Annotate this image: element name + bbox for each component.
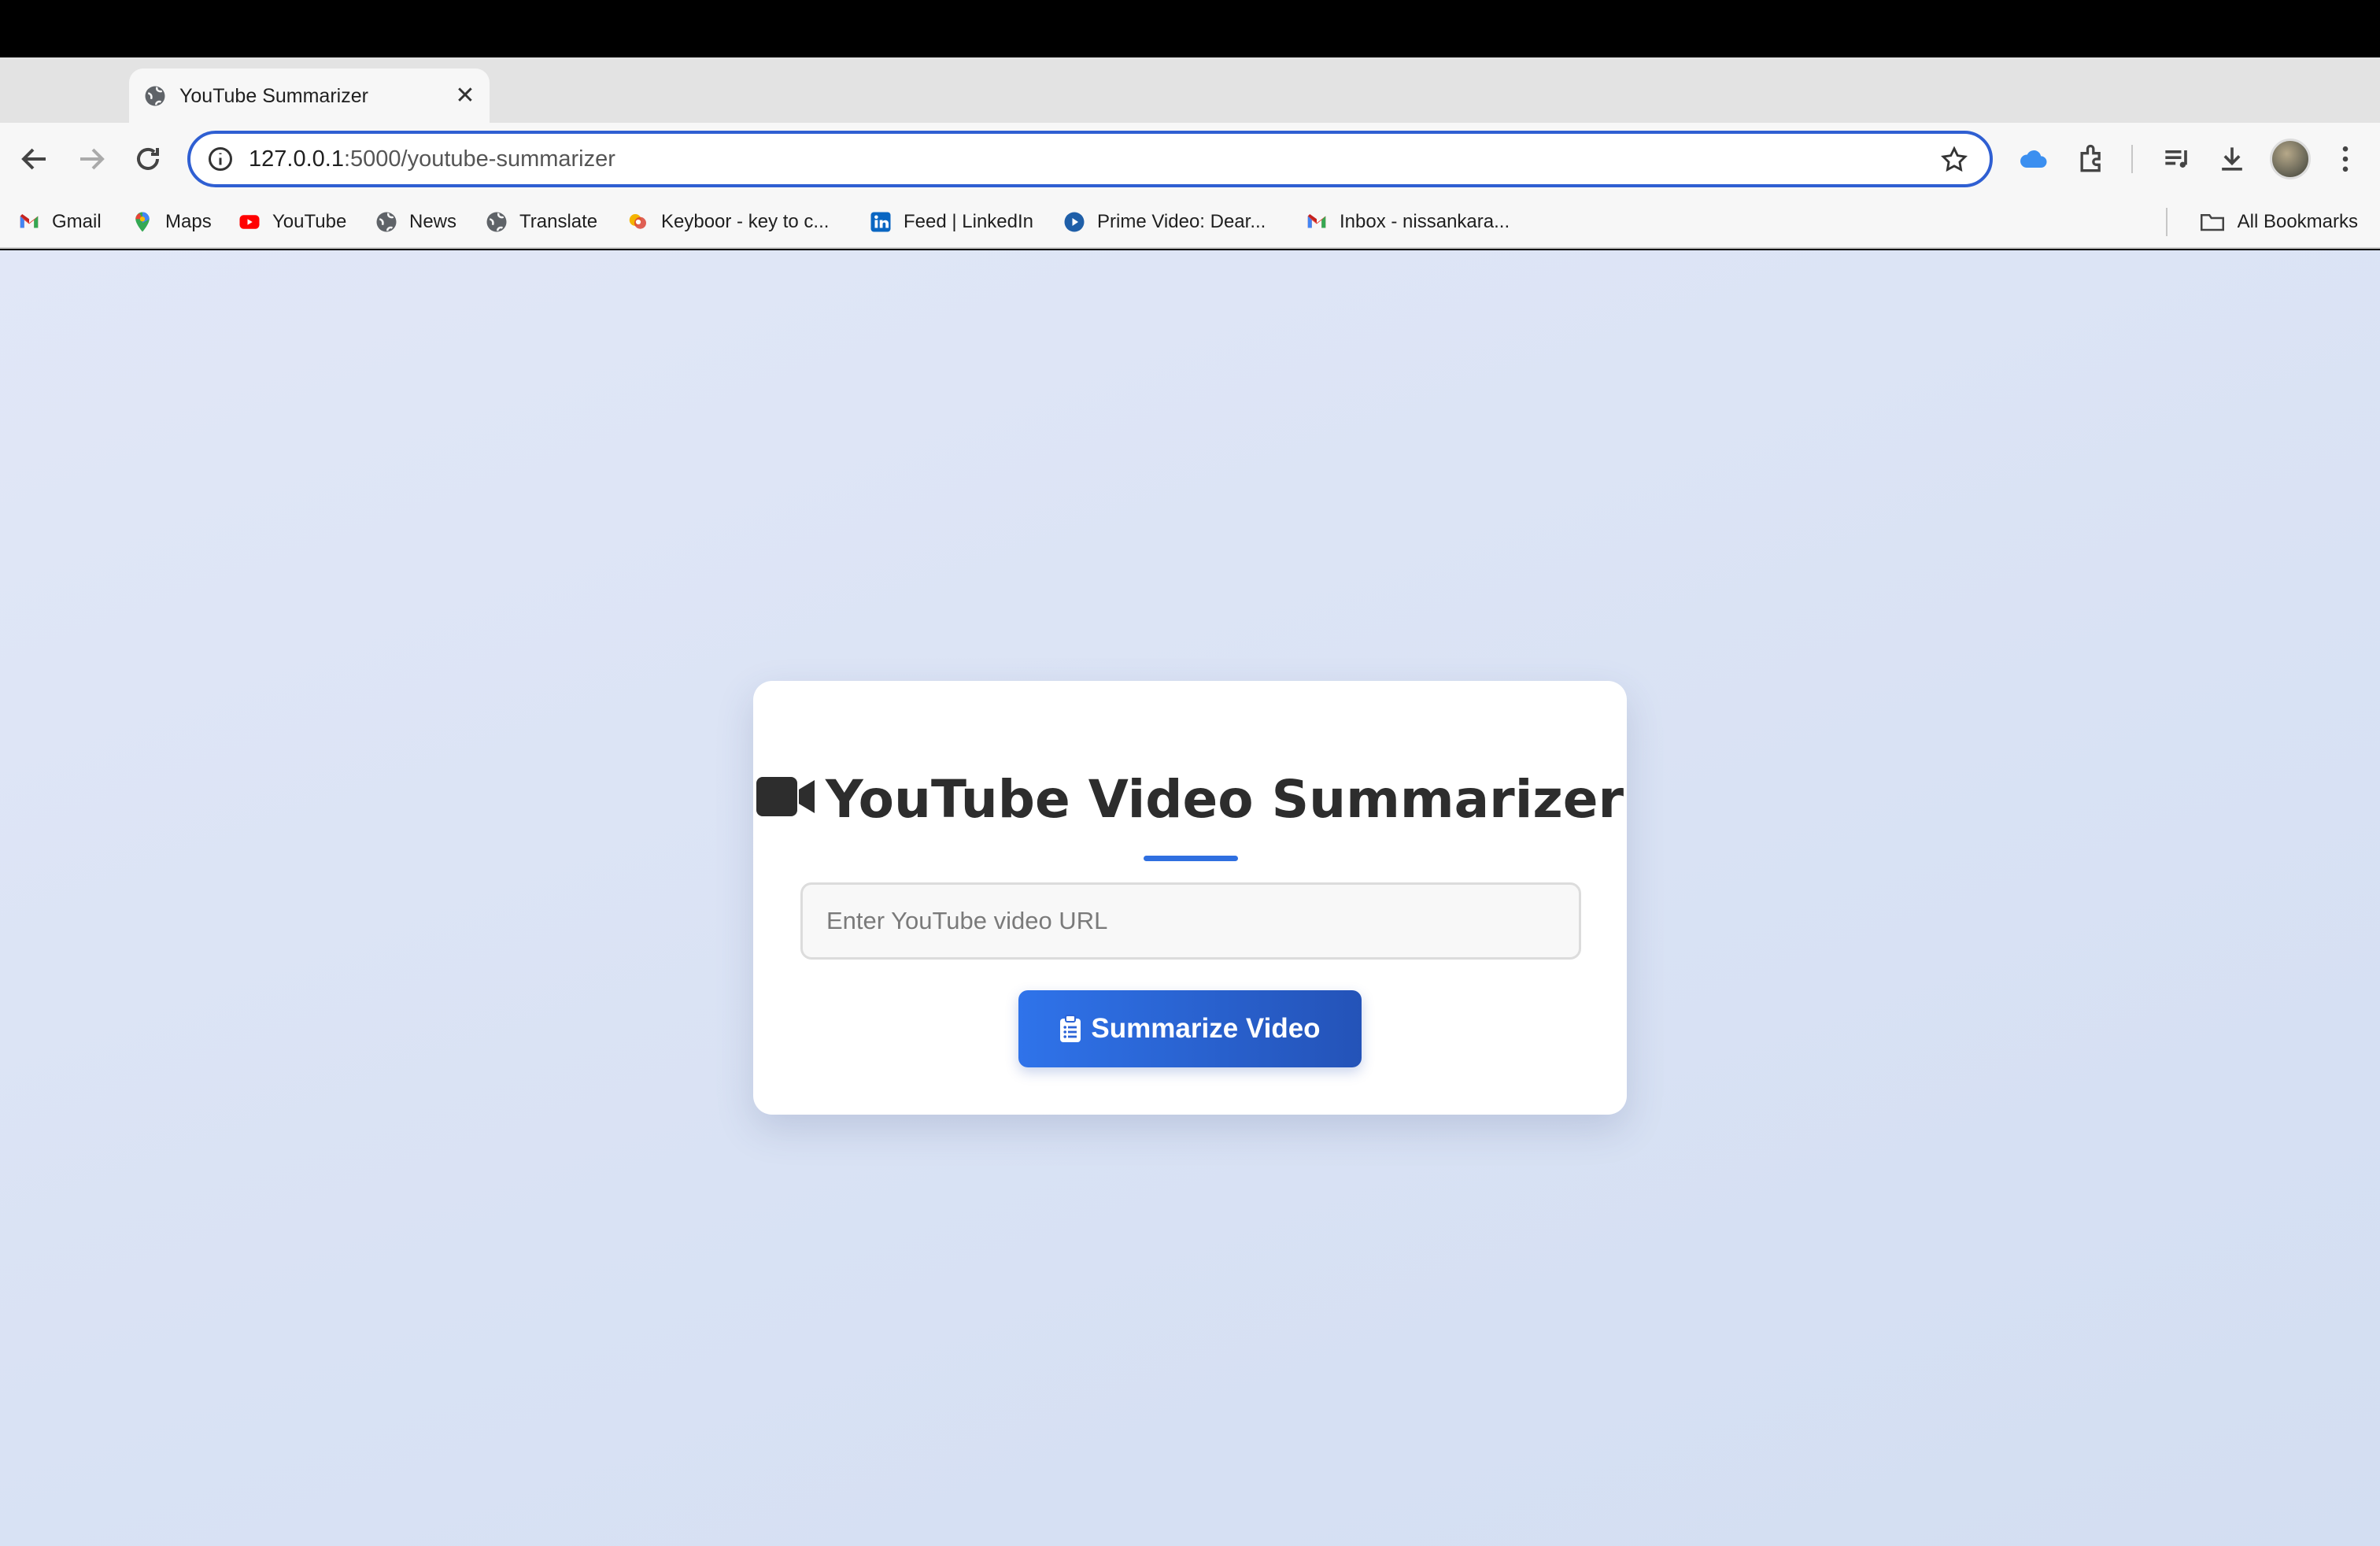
folder-icon	[2200, 214, 2224, 231]
gmail-icon	[1307, 214, 1326, 228]
url-host: 127.0.0.1	[249, 146, 344, 172]
bookmarks-divider	[2166, 208, 2168, 236]
bookmark-label: Feed | LinkedIn	[904, 211, 1034, 232]
title-underline	[1144, 856, 1238, 861]
star-icon[interactable]	[1939, 145, 1969, 175]
bookmark-maps[interactable]: Maps	[131, 206, 212, 238]
youtube-url-input[interactable]	[800, 882, 1581, 960]
tab-youtube-summarizer[interactable]: YouTube Summarizer ✕	[129, 68, 490, 123]
toolbar-divider	[2131, 145, 2133, 173]
site-info-icon[interactable]	[206, 145, 235, 173]
address-bar[interactable]: 127.0.0.1:5000/youtube-summarizer	[187, 131, 1993, 187]
bookmark-keyboor[interactable]: Keyboor - key to c...	[626, 206, 829, 238]
more-menu-icon[interactable]	[2328, 142, 2363, 176]
tab-strip: YouTube Summarizer ✕ +	[0, 57, 2380, 171]
download-icon[interactable]	[2215, 142, 2249, 176]
all-bookmarks-button[interactable]: All Bookmarks	[2198, 206, 2358, 238]
browser-toolbar: 127.0.0.1:5000/youtube-summarizer	[0, 123, 2380, 195]
reload-icon[interactable]	[129, 140, 167, 178]
video-camera-icon	[756, 776, 815, 816]
maps-icon	[135, 212, 150, 232]
forward-arrow-icon[interactable]	[72, 140, 110, 178]
summarize-video-button[interactable]: Summarize Video	[1018, 990, 1362, 1067]
globe-icon	[486, 212, 507, 232]
bookmark-prime-video[interactable]: Prime Video: Dear...	[1062, 206, 1266, 238]
bookmark-translate[interactable]: Translate	[485, 206, 597, 238]
page-title: YouTube Video Summarizer	[753, 764, 1627, 836]
summarize-button-label: Summarize Video	[1091, 1013, 1321, 1044]
bookmark-linkedin[interactable]: Feed | LinkedIn	[869, 206, 1033, 238]
url-path: :5000/youtube-summarizer	[343, 146, 615, 172]
extensions-icon[interactable]	[2075, 142, 2109, 176]
all-bookmarks-label: All Bookmarks	[2237, 211, 2358, 232]
globe-icon	[376, 212, 397, 232]
close-icon[interactable]: ✕	[452, 83, 479, 109]
youtube-icon	[239, 215, 260, 229]
tab-title: YouTube Summarizer	[179, 85, 368, 107]
bookmarks-bar: Gmail Maps YouTube News Translate Keyboo…	[0, 195, 2380, 249]
gmail-icon	[20, 214, 39, 228]
bookmark-label: Prime Video: Dear...	[1097, 211, 1266, 232]
system-top-bar	[0, 0, 2380, 57]
bookmark-label: Gmail	[52, 211, 102, 232]
bookmark-label: News	[409, 211, 457, 232]
icloud-icon[interactable]	[2016, 142, 2051, 176]
bookmark-label: Keyboor - key to c...	[661, 211, 830, 232]
page-content: YouTube Video Summarizer Summarize Video	[0, 250, 2380, 1546]
summarizer-card: YouTube Video Summarizer Summarize Video	[753, 681, 1627, 1115]
bookmark-label: YouTube	[272, 211, 347, 232]
page-title-text: YouTube Video Summarizer	[825, 769, 1624, 830]
bookmark-gmail[interactable]: Gmail	[17, 206, 102, 238]
keyboor-icon	[629, 214, 646, 229]
bookmark-label: Maps	[165, 211, 212, 232]
bookmark-youtube[interactable]: YouTube	[238, 206, 346, 238]
prime-video-icon	[1064, 212, 1085, 232]
url-text: 127.0.0.1:5000/youtube-summarizer	[249, 143, 615, 175]
back-arrow-icon[interactable]	[16, 140, 54, 178]
bookmark-news[interactable]: News	[375, 206, 456, 238]
media-queue-icon[interactable]	[2160, 142, 2194, 176]
clipboard-icon	[1060, 1015, 1081, 1042]
profile-avatar[interactable]	[2270, 139, 2311, 179]
bookmark-label: Inbox - nissankara...	[1340, 211, 1510, 232]
globe-icon	[145, 86, 165, 106]
bookmark-label: Translate	[519, 211, 598, 232]
bookmark-inbox[interactable]: Inbox - nissankara...	[1305, 206, 1510, 238]
linkedin-icon	[870, 212, 891, 232]
